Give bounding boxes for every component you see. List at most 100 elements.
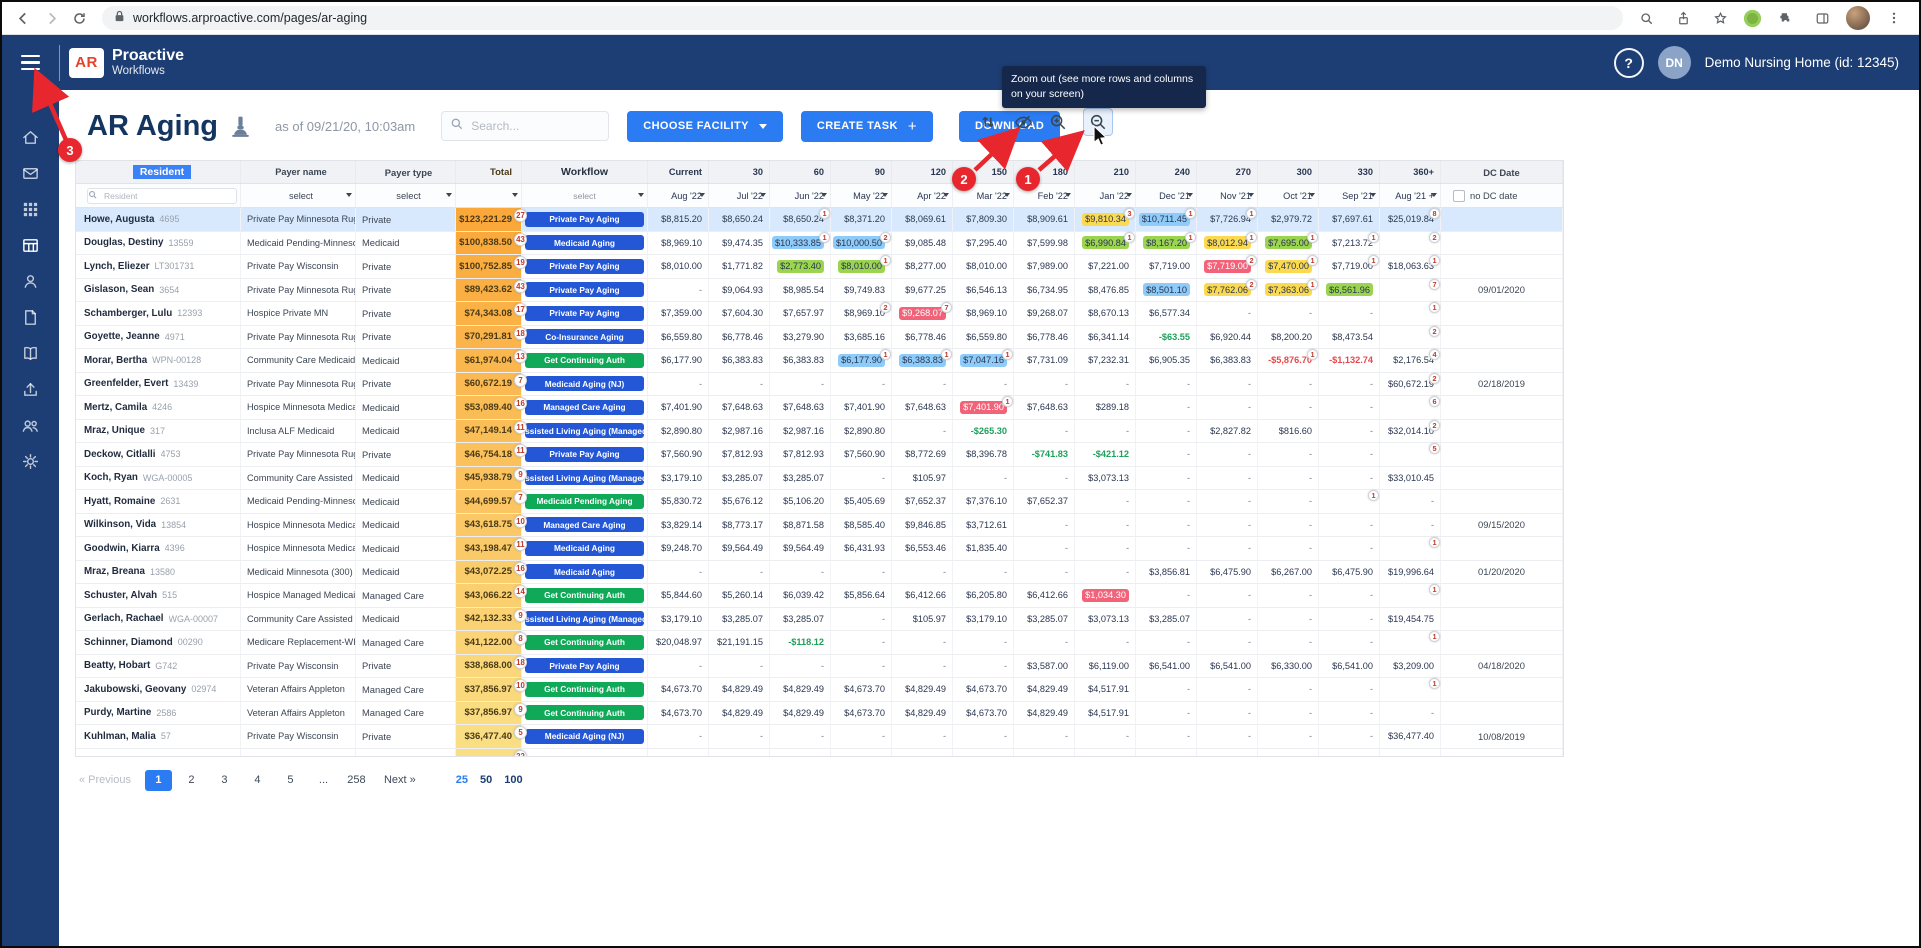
table-row[interactable]: Schinner, Diamond00290Medicare Replaceme… [76,631,1563,655]
table-row[interactable]: Kuhlman, Malia57Private Pay WisconsinPri… [76,725,1563,749]
page-size-25[interactable]: 25 [456,774,468,786]
table-row[interactable]: Morar, BerthaWPN-00128Community Care Med… [76,349,1563,373]
global-search[interactable] [441,111,609,141]
workflow-badge[interactable]: Get Continuing Auth [525,682,644,697]
table-row[interactable]: Koch, RyanWGA-00005Community Care Assist… [76,467,1563,491]
month-filter-nov-21[interactable]: Nov '21 [1197,184,1258,207]
zoom-in-icon[interactable] [1048,112,1068,132]
table-row[interactable]: Schuster, Alvah515Hospice Managed Medica… [76,584,1563,608]
browser-profile-avatar[interactable] [1846,6,1870,30]
extension-icon-green[interactable] [1744,10,1761,27]
column-header-210[interactable]: 210 [1075,161,1136,183]
sidebar-item-table-icon[interactable] [20,234,42,256]
workflow-badge[interactable]: Medicaid Aging [525,541,644,556]
create-task-button[interactable]: CREATE TASK+ [801,111,933,142]
table-row[interactable]: Mraz, Unique317Inclusa ALF MedicaidMedic… [76,420,1563,444]
pagination-page-2[interactable]: 2 [178,770,205,791]
sidebar-item-person-icon[interactable] [20,270,42,292]
table-row[interactable]: Greenfelder, Evert13439Private Pay Minne… [76,373,1563,397]
sidebar-item-upload-icon[interactable] [20,378,42,400]
total-filter[interactable] [456,184,522,207]
workflow-badge[interactable]: Managed Care Aging [525,400,644,415]
sidebar-item-gear-icon[interactable] [20,450,42,472]
workflow-badge[interactable]: Private Pay Aging [525,282,644,297]
resident-filter-input[interactable] [87,188,237,204]
workflow-badge[interactable]: Assisted Living Aging (Managed) [525,423,644,438]
table-row[interactable]: Mertz, Camila4246Hospice Minnesota Medic… [76,396,1563,420]
pagination-page-4[interactable]: 4 [244,770,271,791]
extensions-puzzle-icon[interactable] [1772,5,1798,31]
workflow-badge[interactable]: Medicaid Aging (NJ) [525,376,644,391]
pagination-page-1[interactable]: 1 [145,770,172,791]
column-header-60[interactable]: 60 [770,161,831,183]
sidebar-item-mail-icon[interactable] [20,162,42,184]
table-row[interactable]: Deckow, Citlalli4753Private Pay Minnesot… [76,443,1563,467]
workflow-badge[interactable]: Get Continuing Auth [525,635,644,650]
workflow-badge[interactable]: Private Pay Aging [525,658,644,673]
table-row[interactable]: Beatty, HobartG742Private Pay WisconsinP… [76,655,1563,679]
table-row[interactable]: Schamberger, Lulu12393Hospice Private MN… [76,302,1563,326]
zoom-out-icon[interactable] [1083,108,1113,136]
table-row[interactable]: Gerlach, RachaelWGA-00007Community Care … [76,608,1563,632]
table-row[interactable]: Howe, Augusta4695Private Pay Minnesota R… [76,208,1563,232]
month-filter-jun-22[interactable]: Jun '22 [770,184,831,207]
hide-columns-eye-off-icon[interactable] [1013,112,1033,132]
table-row[interactable]: Hyatt, Romaine2631Medicaid Pending-Minne… [76,490,1563,514]
workflow-badge[interactable]: Medicaid Pending Aging [525,494,644,509]
column-header-330[interactable]: 330 [1319,161,1380,183]
month-filter-jul-22[interactable]: Jul '22 [709,184,770,207]
column-header-current[interactable]: Current [648,161,709,183]
column-header-360[interactable]: 360+ [1380,161,1441,183]
no-dc-date-filter[interactable]: no DC date [1441,184,1563,207]
choose-facility-button[interactable]: CHOOSE FACILITY [627,111,783,142]
search-input[interactable] [469,118,600,134]
workflow-badge[interactable]: Get Continuing Auth [525,705,644,720]
page-size-50[interactable]: 50 [480,774,492,786]
workflow-badge[interactable]: Private Pay Aging [525,306,644,321]
page-size-100[interactable]: 100 [504,774,522,786]
browser-zoom-icon[interactable] [1633,5,1659,31]
column-header-workflow[interactable]: Workflow [522,161,648,183]
column-header-240[interactable]: 240 [1136,161,1197,183]
sidebar-item-people-icon[interactable] [20,414,42,436]
workflow-badge[interactable]: Medicaid Aging [525,564,644,579]
sidebar-item-book-icon[interactable] [20,342,42,364]
month-filter-oct-21[interactable]: Oct '21 [1258,184,1319,207]
table-row[interactable]: Douglas, Destiny13559Medicaid Pending-Mi… [76,232,1563,256]
workflow-badge[interactable]: Co-Insurance Aging [525,329,644,344]
table-row[interactable]: Goodwin, Kiarra4396Hospice Minnesota Med… [76,537,1563,561]
table-row[interactable]: Lynch, EliezerLT301731Private Pay Wiscon… [76,255,1563,279]
month-filter-aug-21[interactable]: Aug '21 + [1380,184,1441,207]
browser-back-button[interactable] [10,5,36,31]
browser-share-icon[interactable] [1670,5,1696,31]
sidebar-item-apps-icon[interactable] [20,198,42,220]
sort-icon[interactable] [978,112,998,132]
user-avatar[interactable]: DN [1658,46,1691,79]
table-row[interactable]: Wilkinson, Vida13854Hospice Minnesota Me… [76,514,1563,538]
workflow-badge[interactable]: Private Pay Aging [525,259,644,274]
workflow-badge[interactable]: Medicaid Aging [525,235,644,250]
resident-filter[interactable] [76,184,241,207]
pagination-next[interactable]: Next » [384,774,416,786]
workflow-badge[interactable]: Assisted Living Aging (Managed) [525,611,644,626]
browser-reload-button[interactable] [66,5,92,31]
month-filter-jan-22[interactable]: Jan '22 [1075,184,1136,207]
sidebar-item-home-icon[interactable] [20,126,42,148]
pagination-page-3[interactable]: 3 [211,770,238,791]
menu-toggle[interactable] [2,35,59,90]
column-header-payer-type[interactable]: Payer type [356,161,456,183]
column-header-total[interactable]: Total [456,161,522,183]
column-header-dc-date[interactable]: DC Date [1441,161,1563,183]
no-dc-date-checkbox[interactable] [1453,190,1465,202]
workflow-filter[interactable]: select [522,184,648,207]
month-filter-aug-22[interactable]: Aug '22 [648,184,709,207]
workflow-badge[interactable]: Medicaid Aging (NJ) [525,729,644,744]
month-filter-may-22[interactable]: May '22 [831,184,892,207]
browser-forward-button[interactable] [38,5,64,31]
column-header-300[interactable]: 300 [1258,161,1319,183]
table-row[interactable]: Goyette, Jeanne4971Private Pay Minnesota… [76,326,1563,350]
month-filter-sep-21[interactable]: Sep '21 [1319,184,1380,207]
workflow-badge[interactable]: Private Pay Aging [525,212,644,227]
column-header-120[interactable]: 120 [892,161,953,183]
month-filter-dec-21[interactable]: Dec '21 [1136,184,1197,207]
